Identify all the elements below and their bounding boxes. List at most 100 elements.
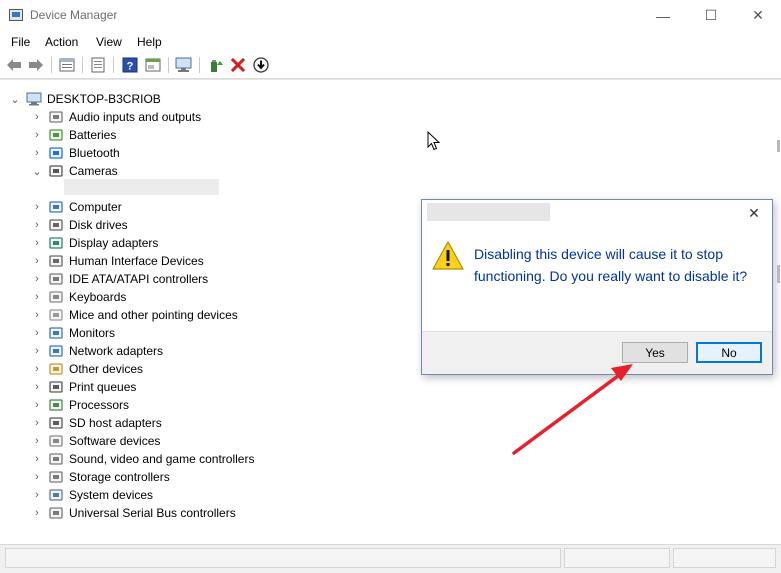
close-button[interactable]: ✕	[735, 0, 781, 31]
tree-item-computer[interactable]: › Computer	[30, 198, 122, 216]
tree-item-ide-ata-atapi-controllers[interactable]: › IDE ATA/ATAPI controllers	[30, 270, 208, 288]
minimize-button[interactable]: —	[640, 0, 686, 31]
chevron-down-icon[interactable]: ⌄	[8, 90, 22, 108]
chevron-right-icon[interactable]: ›	[30, 486, 44, 504]
forward-button[interactable]	[27, 56, 45, 74]
menu-view[interactable]: View	[96, 35, 122, 49]
menu-file[interactable]: File	[11, 35, 30, 49]
camera-device-redacted[interactable]	[64, 179, 219, 195]
tree-item-system-devices[interactable]: › System devices	[30, 486, 153, 504]
chevron-right-icon[interactable]: ›	[30, 108, 44, 126]
chevron-right-icon[interactable]: ›	[30, 414, 44, 432]
tree-item-label: Sound, video and game controllers	[69, 452, 255, 466]
chevron-right-icon[interactable]: ›	[30, 432, 44, 450]
disable-confirm-dialog: ✕ Disabling this device will cause it to…	[421, 199, 773, 375]
show-hidden-button[interactable]	[89, 56, 107, 74]
mice-and-other-pointing-devices-icon	[48, 308, 64, 322]
chevron-right-icon[interactable]: ›	[30, 288, 44, 306]
close-icon: ✕	[752, 7, 764, 23]
tree-item-storage-controllers[interactable]: › Storage controllers	[30, 468, 170, 486]
tree-item-display-adapters[interactable]: › Display adapters	[30, 234, 158, 252]
tree-item-other-devices[interactable]: › Other devices	[30, 360, 143, 378]
yes-button[interactable]: Yes	[622, 342, 688, 363]
help-button[interactable]: ?	[121, 56, 139, 74]
dialog-message: Disabling this device will cause it to s…	[474, 246, 748, 284]
uninstall-button[interactable]	[229, 56, 247, 74]
chevron-right-icon[interactable]: ›	[30, 270, 44, 288]
tree-item-label: Audio inputs and outputs	[69, 110, 202, 124]
tree-item-monitors[interactable]: › Monitors	[30, 324, 115, 342]
status-cell	[5, 548, 561, 568]
maximize-icon: ☐	[704, 7, 718, 23]
back-button[interactable]	[5, 56, 23, 74]
tree-item-label: Display adapters	[69, 236, 159, 250]
tree-item-disk-drives[interactable]: › Disk drives	[30, 216, 128, 234]
toolbar-separator	[168, 57, 169, 73]
tree-item-batteries[interactable]: › Batteries	[30, 126, 116, 144]
chevron-right-icon[interactable]: ›	[30, 234, 44, 252]
menu-action[interactable]: Action	[45, 35, 78, 49]
monitors-icon	[48, 326, 64, 340]
tree-item-universal-serial-bus-controllers[interactable]: › Universal Serial Bus controllers	[30, 504, 236, 522]
tree-item-print-queues[interactable]: › Print queues	[30, 378, 136, 396]
system-devices-icon	[48, 488, 64, 502]
other-devices-icon	[48, 362, 64, 376]
tree-item-label: Cameras	[69, 164, 118, 178]
chevron-right-icon[interactable]: ›	[30, 216, 44, 234]
tree-item-human-interface-devices[interactable]: › Human Interface Devices	[30, 252, 204, 270]
chevron-right-icon[interactable]: ›	[30, 324, 44, 342]
tree-item-software-devices[interactable]: › Software devices	[30, 432, 160, 450]
update-driver-icon	[211, 60, 223, 72]
tree-item-mice-and-other-pointing-devices[interactable]: › Mice and other pointing devices	[30, 306, 238, 324]
scan-hardware-button[interactable]	[175, 56, 193, 74]
chevron-right-icon[interactable]: ›	[30, 198, 44, 216]
sound-video-and-game-controllers-icon	[48, 452, 64, 466]
action-button[interactable]	[144, 56, 162, 74]
action-icon	[145, 58, 161, 72]
processors-icon	[48, 398, 64, 412]
chevron-right-icon[interactable]: ›	[30, 126, 44, 144]
tree-item-label: Computer	[69, 200, 122, 214]
chevron-right-icon[interactable]: ›	[30, 360, 44, 378]
toolbar-separator	[51, 57, 52, 73]
tree-item-network-adapters[interactable]: › Network adapters	[30, 342, 163, 360]
tree-item-label: Universal Serial Bus controllers	[69, 506, 236, 520]
tree-item-audio-inputs-and-outputs[interactable]: › Audio inputs and outputs	[30, 108, 201, 126]
computer-icon	[48, 200, 64, 214]
update-driver-button[interactable]	[207, 56, 225, 74]
keyboards-icon	[48, 290, 64, 304]
tree-item-processors[interactable]: › Processors	[30, 396, 129, 414]
chevron-right-icon[interactable]: ›	[30, 450, 44, 468]
chevron-right-icon[interactable]: ›	[30, 378, 44, 396]
tree-item-cameras[interactable]: ⌄ Cameras	[30, 162, 118, 180]
chevron-right-icon[interactable]: ›	[30, 306, 44, 324]
toolbar: ?	[0, 53, 781, 79]
menu-bar: File Action View Help	[0, 31, 781, 53]
dialog-footer: Yes No	[422, 331, 772, 374]
properties-button[interactable]	[58, 56, 76, 74]
chevron-right-icon[interactable]: ›	[30, 504, 44, 522]
maximize-button[interactable]: ☐	[688, 0, 734, 31]
dialog-close-button[interactable]: ✕	[742, 203, 766, 223]
tree-item-sound-video-and-game-controllers[interactable]: › Sound, video and game controllers	[30, 450, 254, 468]
tree-item-label: Keyboards	[69, 290, 127, 304]
chevron-down-icon[interactable]: ⌄	[30, 162, 44, 180]
tree-root[interactable]: ⌄ DESKTOP-B3CRIOB	[8, 90, 160, 108]
show-hidden-icon	[91, 57, 105, 73]
tree-item-sd-host-adapters[interactable]: › SD host adapters	[30, 414, 162, 432]
no-button[interactable]: No	[696, 342, 762, 363]
tree-item-label: Network adapters	[69, 344, 164, 358]
toolbar-separator	[113, 57, 114, 73]
window-title: Device Manager	[30, 8, 118, 22]
menu-help[interactable]: Help	[137, 35, 162, 49]
chevron-right-icon[interactable]: ›	[30, 468, 44, 486]
tree-item-keyboards[interactable]: › Keyboards	[30, 288, 126, 306]
chevron-right-icon[interactable]: ›	[30, 396, 44, 414]
disable-device-button[interactable]	[252, 56, 270, 74]
tree-item-bluetooth[interactable]: › Bluetooth	[30, 144, 120, 162]
chevron-right-icon[interactable]: ›	[30, 342, 44, 360]
storage-controllers-icon	[48, 470, 64, 484]
tree-item-label: Other devices	[69, 362, 144, 376]
chevron-right-icon[interactable]: ›	[30, 252, 44, 270]
chevron-right-icon[interactable]: ›	[30, 144, 44, 162]
